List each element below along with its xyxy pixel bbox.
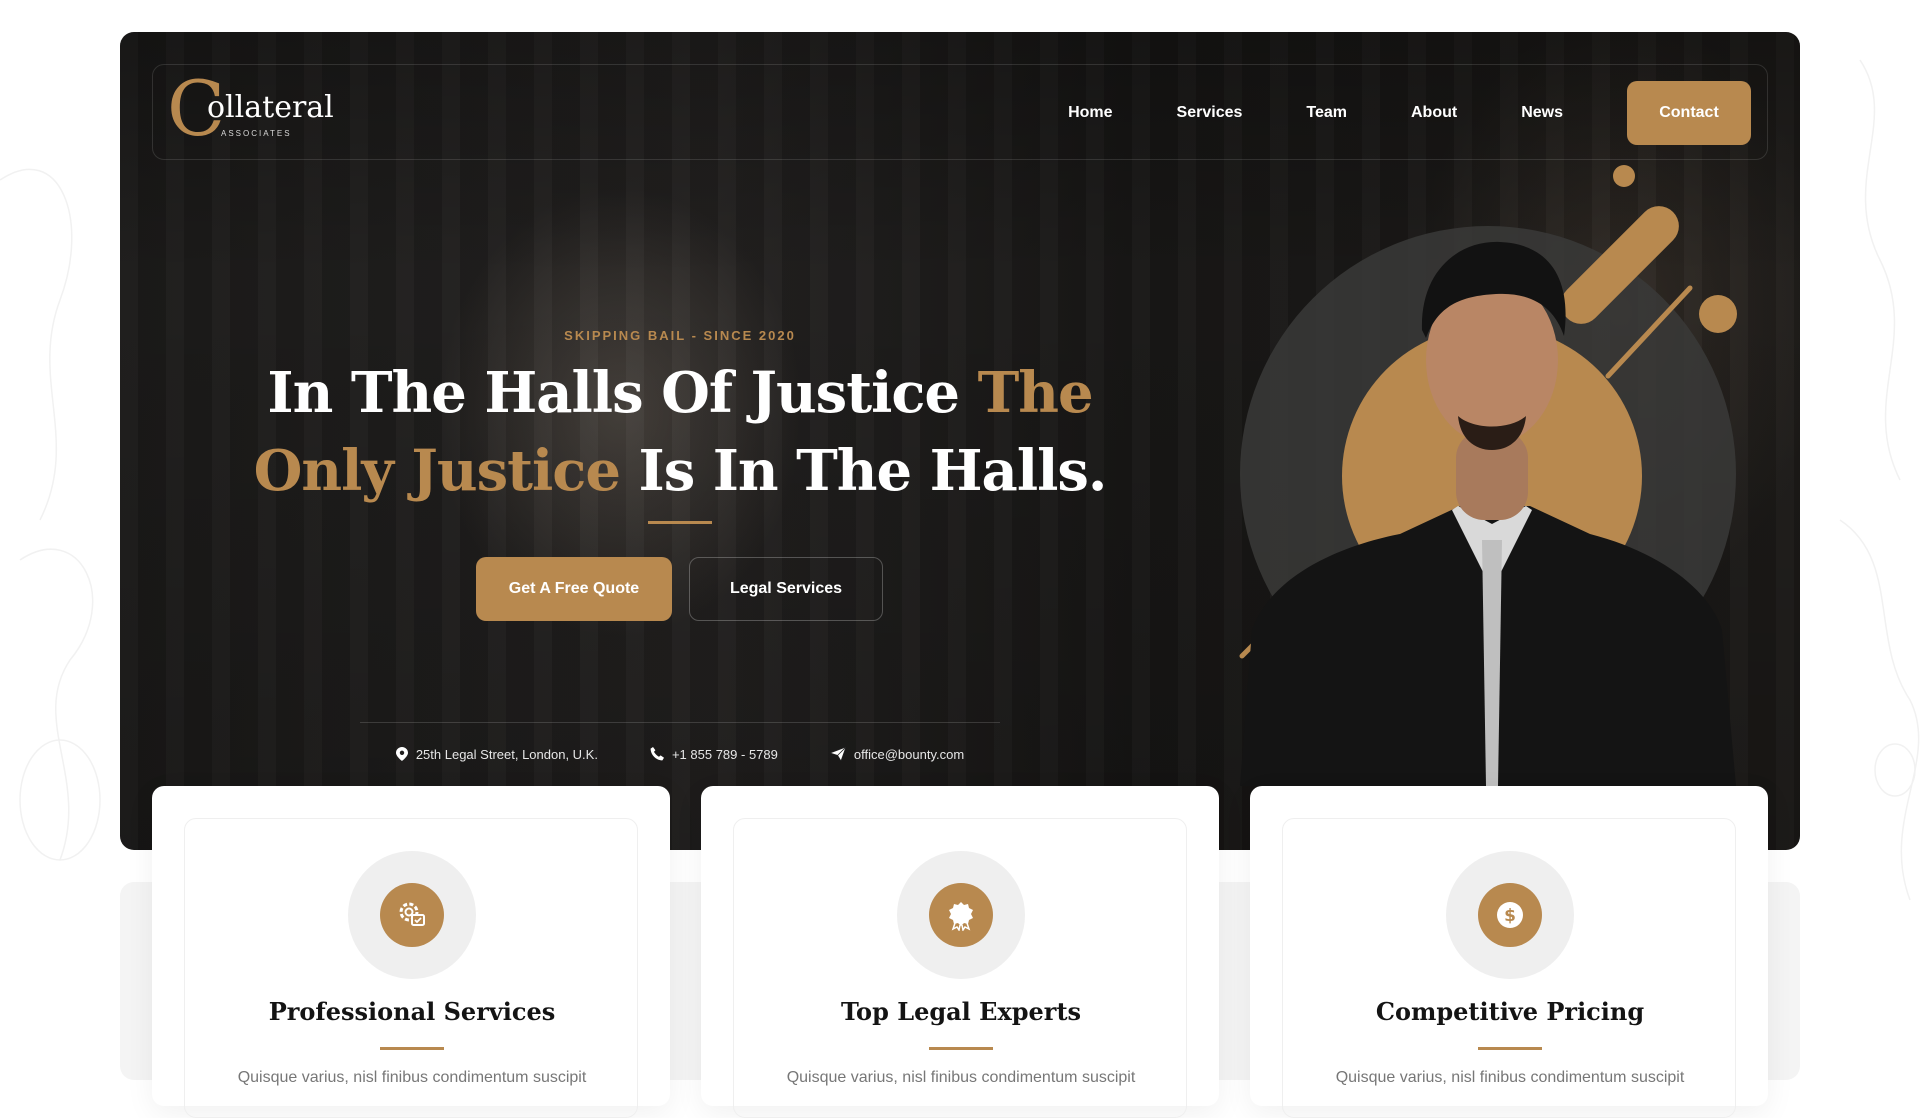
- feature-divider: [380, 1047, 444, 1050]
- address-item: 25th Legal Street, London, U.K.: [395, 746, 598, 762]
- contact-button[interactable]: Contact: [1627, 81, 1751, 145]
- feature-card-inner: Top Legal Experts Quisque varius, nisl f…: [733, 818, 1187, 1118]
- feature-card: $ Competitive Pricing Quisque varius, ni…: [1250, 786, 1768, 1118]
- top-navbar: C ollateral ASSOCIATES Home Services Tea…: [152, 64, 1768, 160]
- feature-title: Professional Services: [268, 997, 556, 1026]
- nav-team[interactable]: Team: [1306, 104, 1347, 122]
- hero-kicker: SKIPPING BAIL - SINCE 2020: [564, 328, 796, 343]
- email-item[interactable]: office@bounty.com: [829, 746, 965, 762]
- address-text: 25th Legal Street, London, U.K.: [415, 746, 598, 762]
- nav-about[interactable]: About: [1411, 104, 1457, 122]
- feature-card: Professional Services Quisque varius, ni…: [152, 786, 670, 1118]
- legal-services-button[interactable]: Legal Services: [689, 557, 883, 621]
- nav-links: Home Services Team About News Contact: [1068, 81, 1751, 145]
- nav-services[interactable]: Services: [1177, 104, 1243, 122]
- headline-divider: [648, 521, 712, 524]
- send-icon: [829, 747, 846, 761]
- logo-subtitle: ASSOCIATES: [221, 129, 292, 138]
- gear-settings-icon: [380, 883, 444, 947]
- dollar-coin-icon: $: [1478, 883, 1542, 947]
- feature-divider: [929, 1047, 993, 1050]
- feature-title: Top Legal Experts: [840, 997, 1082, 1026]
- hero-headline: In The Halls Of Justice The Only Justice…: [200, 354, 1160, 510]
- location-pin-icon: [395, 747, 408, 761]
- brand-logo[interactable]: C ollateral ASSOCIATES: [167, 71, 347, 147]
- free-quote-button[interactable]: Get A Free Quote: [476, 557, 672, 621]
- phone-item[interactable]: +1 855 789 - 5789: [650, 747, 778, 762]
- feature-card-inner: $ Competitive Pricing Quisque varius, ni…: [1282, 818, 1736, 1118]
- logo-name: ollateral: [207, 90, 334, 125]
- phone-icon: [650, 747, 664, 761]
- feature-text: Quisque varius, nisl finibus condimentum…: [786, 1069, 1136, 1086]
- feature-divider: [1478, 1047, 1542, 1050]
- feature-text: Quisque varius, nisl finibus condimentum…: [237, 1069, 587, 1086]
- feature-card: Top Legal Experts Quisque varius, nisl f…: [701, 786, 1219, 1118]
- feature-title: Competitive Pricing: [1375, 997, 1645, 1026]
- contact-info-row: 25th Legal Street, London, U.K. +1 855 7…: [360, 744, 1000, 764]
- email-text: office@bounty.com: [853, 746, 965, 762]
- feature-card-inner: Professional Services Quisque varius, ni…: [184, 818, 638, 1118]
- headline-part-2: Is In The Halls.: [620, 438, 1107, 504]
- lawyer-portrait-image: [1239, 165, 1737, 786]
- feature-icon-wrap: [897, 851, 1025, 979]
- feature-icon-wrap: $: [1446, 851, 1574, 979]
- nav-home[interactable]: Home: [1068, 104, 1112, 122]
- award-badge-icon: [929, 883, 993, 947]
- feature-text: Quisque varius, nisl finibus condimentum…: [1335, 1069, 1685, 1086]
- svg-text:$: $: [1504, 906, 1516, 926]
- headline-part-1: In The Halls Of Justice: [267, 360, 978, 426]
- nav-news[interactable]: News: [1521, 104, 1563, 122]
- contact-divider: [360, 722, 1000, 723]
- features-cards: Professional Services Quisque varius, ni…: [152, 786, 1768, 1118]
- phone-text: +1 855 789 - 5789: [671, 746, 778, 762]
- feature-icon-wrap: [348, 851, 476, 979]
